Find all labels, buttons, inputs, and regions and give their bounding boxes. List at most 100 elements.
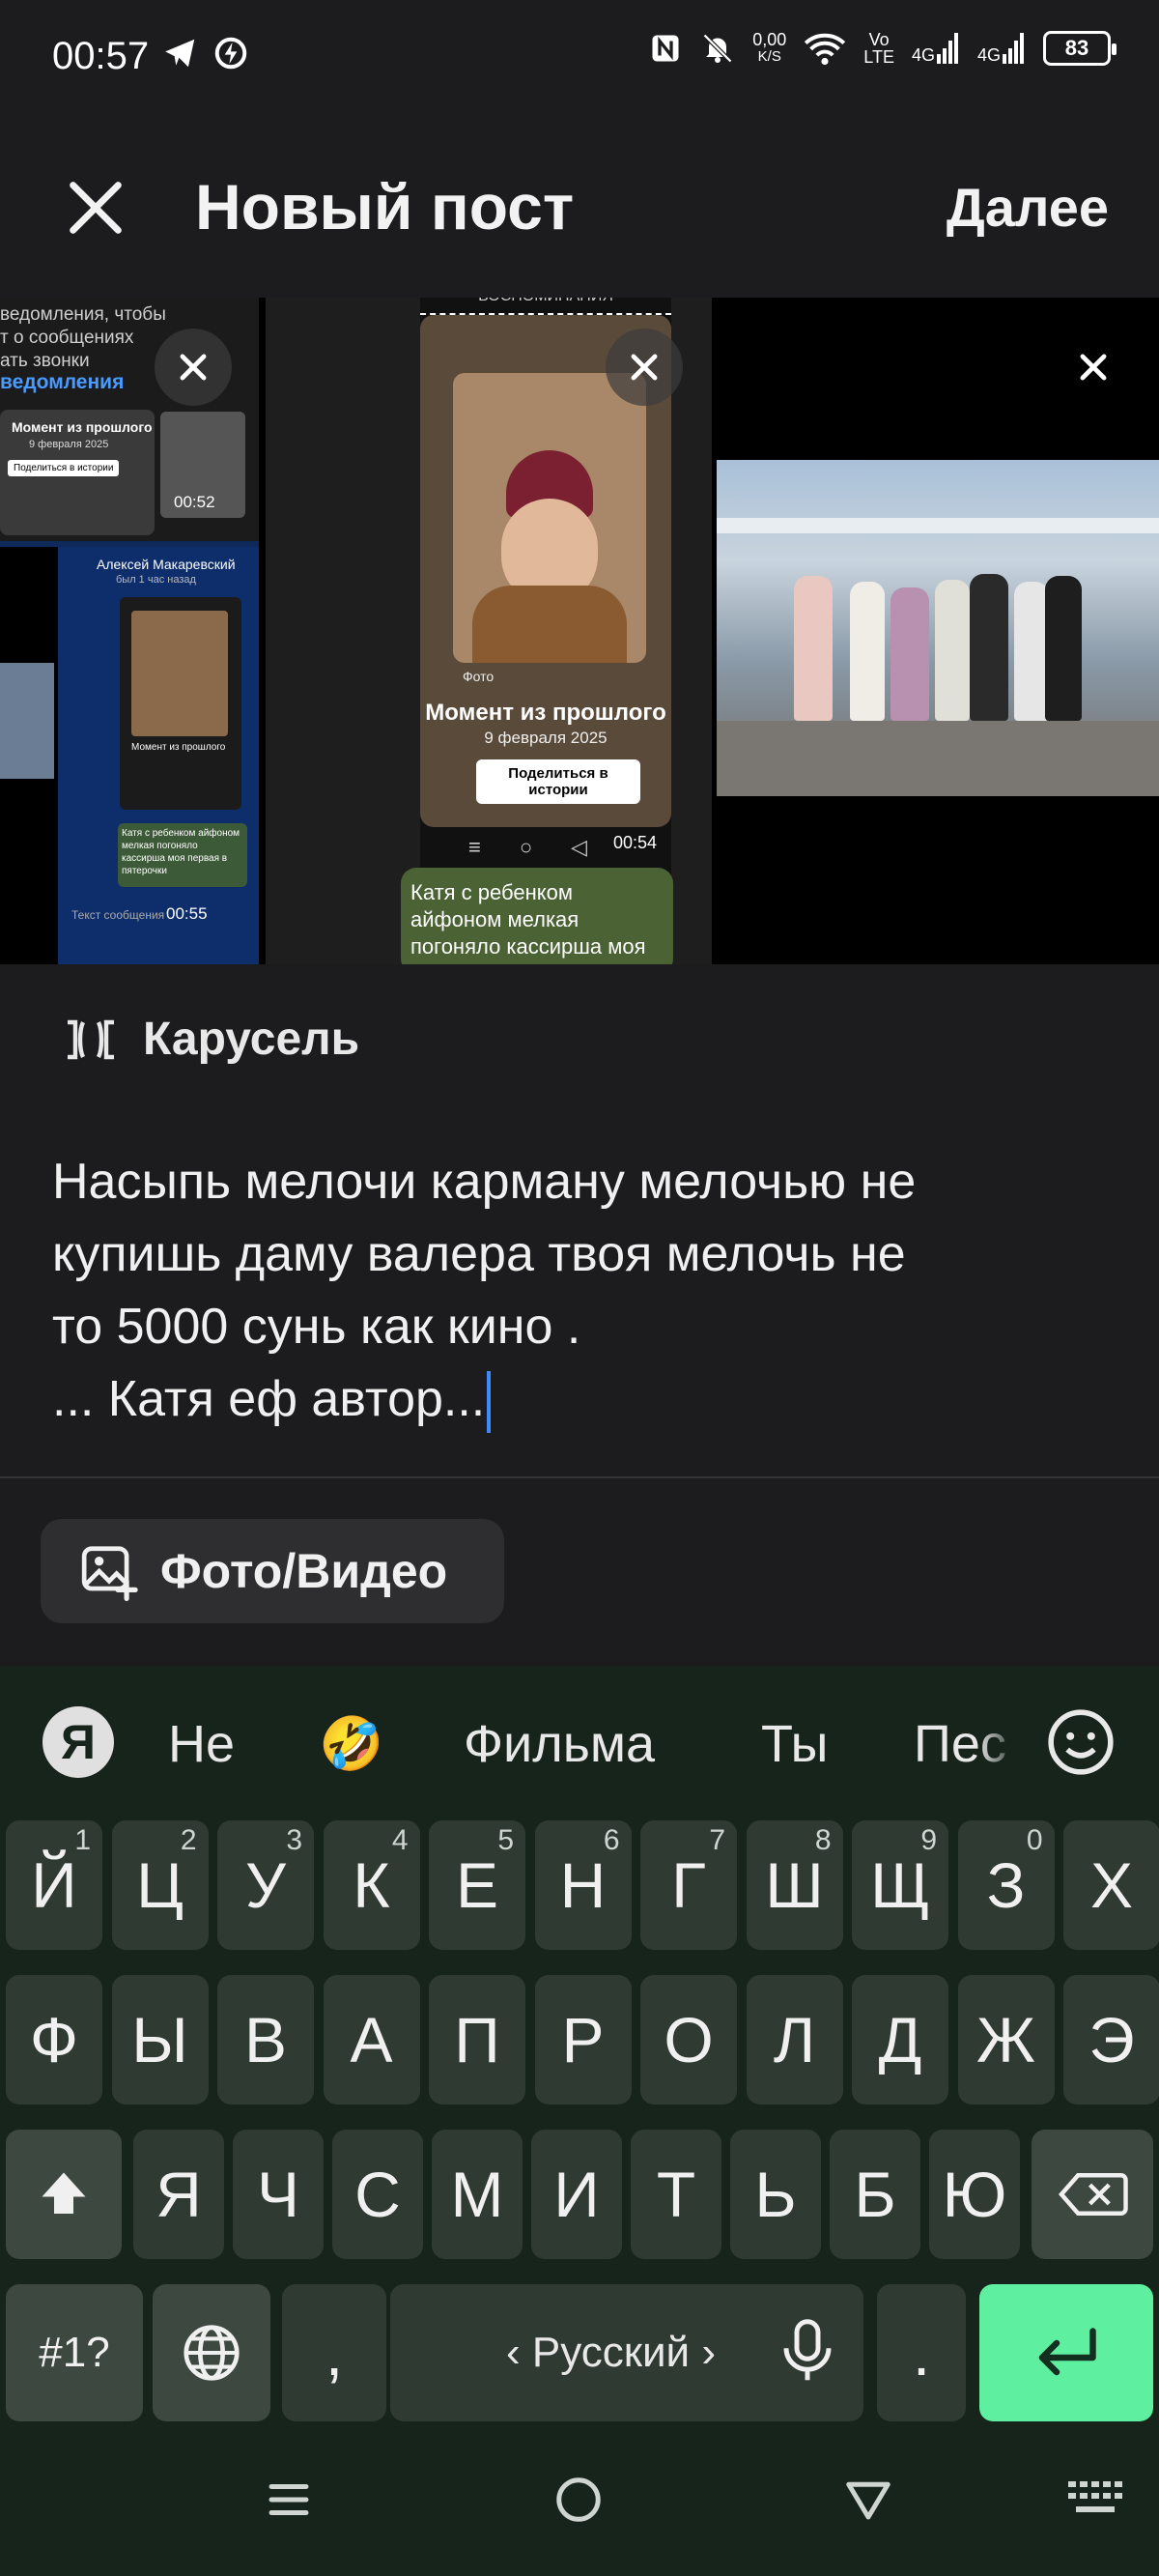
key-с[interactable]: С	[332, 2130, 423, 2259]
key-т[interactable]: Т	[631, 2130, 721, 2259]
key-д[interactable]: Д	[852, 1975, 948, 2104]
emoji-icon[interactable]	[1045, 1706, 1117, 1778]
key-э[interactable]: Э	[1063, 1975, 1159, 2104]
suggestion[interactable]: Ты	[761, 1714, 828, 1774]
signal-1: 4G	[912, 33, 960, 64]
key-р[interactable]: Р	[534, 1975, 632, 2104]
key-у[interactable]: У3	[217, 1820, 314, 1950]
key-в[interactable]: В	[217, 1975, 314, 2104]
key-й[interactable]: Й1	[6, 1820, 102, 1950]
next-button[interactable]: Далее	[947, 176, 1109, 239]
message-time: 00:54	[613, 833, 658, 852]
key-и[interactable]: И	[531, 2130, 622, 2259]
post-text-input[interactable]: Насыпь мелочи карману мелочью не купишь д…	[52, 1146, 1124, 1436]
yandex-keyboard-logo[interactable]: Я	[42, 1706, 114, 1778]
key-д-label: Д	[878, 2004, 922, 2075]
key-г[interactable]: Г7	[640, 1820, 737, 1950]
key-ц[interactable]: Ц2	[111, 1820, 209, 1950]
key-з[interactable]: З0	[957, 1820, 1055, 1950]
key-ю[interactable]: Ю	[929, 2130, 1020, 2259]
carousel-toggle[interactable]: Карусель	[62, 1013, 359, 1066]
remove-media-button[interactable]	[1055, 329, 1132, 406]
language-key[interactable]	[153, 2284, 270, 2421]
key-щ[interactable]: Щ9	[852, 1820, 948, 1950]
key-е[interactable]: Е5	[429, 1820, 525, 1950]
card-date: 9 февраля 2025	[484, 729, 608, 747]
suggestion-emoji[interactable]: 🤣	[319, 1714, 383, 1775]
suggestion-bar: Я Не 🤣 Фильма Ты Пес	[0, 1666, 1159, 1820]
microphone-icon[interactable]	[780, 2319, 834, 2393]
enter-icon	[1038, 2328, 1096, 2376]
key-а[interactable]: А	[323, 1975, 420, 2104]
remove-media-button[interactable]	[606, 329, 683, 406]
key-ф[interactable]: Ф	[6, 1975, 102, 2104]
close-icon	[631, 354, 658, 381]
key-н[interactable]: Н6	[534, 1820, 632, 1950]
back-icon[interactable]	[842, 2474, 894, 2526]
key-к[interactable]: К4	[323, 1820, 420, 1950]
chat-message: Катя с ребенком айфоном мелкая погоняло …	[401, 868, 673, 964]
key-ж[interactable]: Ж	[957, 1975, 1055, 2104]
screenshot-top: ведомления, чтобы т о сообщениях ать зво…	[0, 298, 259, 541]
key-о[interactable]: О	[640, 1975, 737, 2104]
suggestion[interactable]: Не	[168, 1714, 235, 1774]
suggestion[interactable]: Пес	[914, 1714, 1020, 1774]
person-figure	[794, 576, 833, 721]
media-item-2[interactable]: ВОСПОМИНАНИЯ Фото Момент из прошлого 9 ф…	[266, 298, 712, 964]
chat-message: Катя с ребенком айфоном мелкая погоняло …	[118, 823, 247, 887]
media-item-3[interactable]	[717, 298, 1159, 964]
key-number-hint: 2	[180, 1824, 197, 1856]
key-з-label: З	[986, 1849, 1026, 1921]
backspace-key[interactable]	[1032, 2130, 1153, 2259]
chat-status: был 1 час назад	[116, 574, 196, 586]
key-ь[interactable]: Ь	[730, 2130, 821, 2259]
space-key[interactable]: ‹ Русский ›	[390, 2284, 863, 2421]
comma-key[interactable]: ,	[282, 2284, 386, 2421]
jacket	[472, 586, 627, 663]
signal-2: 4G	[977, 33, 1026, 64]
volte-bottom: LTE	[863, 47, 894, 67]
person-figure	[935, 580, 970, 721]
key-и-label: И	[553, 2159, 600, 2230]
key-п-label: П	[454, 2004, 500, 2075]
add-photo-video-button[interactable]: Фото/Видео	[41, 1519, 504, 1623]
status-system-icons: 0,00 K/S Vo LTE 4G 4G 83	[648, 31, 1117, 67]
comma-key-label: ,	[325, 2317, 344, 2389]
backspace-icon	[1058, 2173, 1128, 2216]
shift-key[interactable]	[6, 2130, 122, 2259]
symbols-key[interactable]: #1?	[6, 2284, 143, 2421]
key-р-label: Р	[561, 2004, 605, 2075]
key-ы[interactable]: Ы	[111, 1975, 209, 2104]
home-icon[interactable]	[552, 2474, 605, 2526]
key-б[interactable]: Б	[830, 2130, 920, 2259]
photo-source: Фото	[463, 669, 495, 684]
notification-line: т о сообщениях	[0, 328, 134, 348]
person-figure	[850, 582, 885, 721]
signal-bars-icon	[936, 33, 958, 64]
key-я[interactable]: Я	[133, 2130, 224, 2259]
key-к-label: К	[353, 1849, 390, 1921]
system-nav-bar	[0, 2435, 1159, 2576]
chat-input: Текст сообщения	[71, 908, 165, 922]
forwarded-memory: Момент из прошлого	[120, 597, 241, 810]
key-ш[interactable]: Ш8	[746, 1820, 843, 1950]
symbols-key-label: #1?	[39, 2329, 110, 2376]
card-title: Момент из прошлого	[131, 742, 226, 753]
space-key-label: ‹ Русский ›	[506, 2329, 717, 2376]
notification-link: ведомления	[0, 371, 125, 393]
menu-icon[interactable]	[263, 2474, 315, 2526]
enter-key[interactable]	[979, 2284, 1153, 2421]
keyboard-hide-icon[interactable]	[1068, 2481, 1122, 2520]
key-я-label: Я	[155, 2159, 202, 2230]
period-key[interactable]: .	[877, 2284, 966, 2421]
key-ч[interactable]: Ч	[233, 2130, 324, 2259]
key-л[interactable]: Л	[746, 1975, 843, 2104]
close-icon[interactable]	[62, 174, 129, 242]
media-carousel[interactable]: ведомления, чтобы т о сообщениях ать зво…	[0, 298, 1159, 964]
remove-media-button[interactable]	[155, 329, 232, 406]
key-п[interactable]: П	[429, 1975, 525, 2104]
key-м[interactable]: М	[432, 2130, 523, 2259]
suggestion[interactable]: Фильма	[464, 1714, 655, 1774]
media-item-1[interactable]: ведомления, чтобы т о сообщениях ать зво…	[0, 298, 259, 964]
key-х[interactable]: Х	[1063, 1820, 1159, 1950]
